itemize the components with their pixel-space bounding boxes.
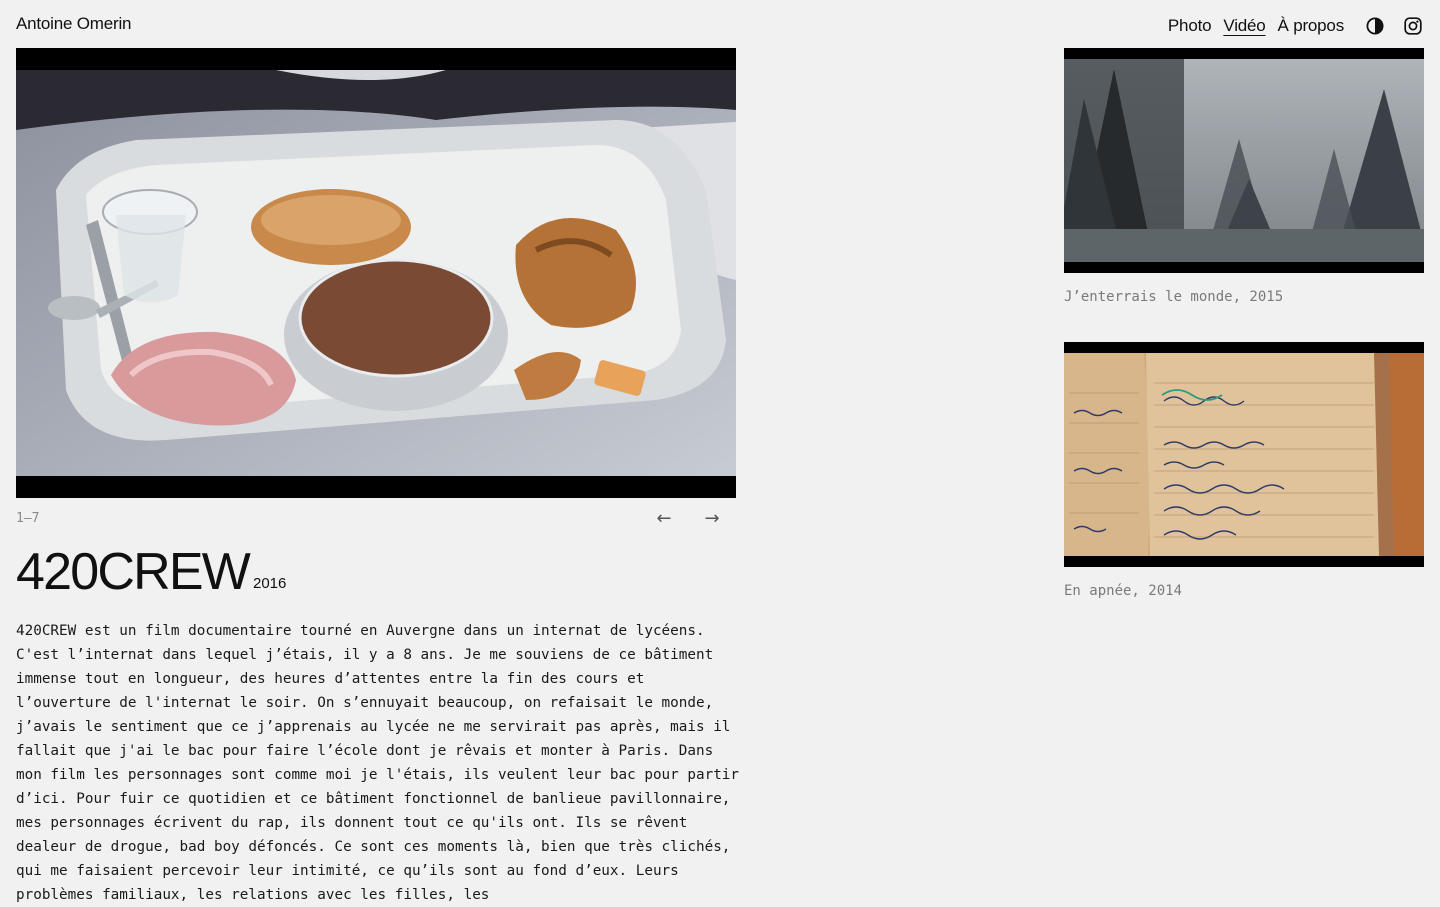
previous-arrow-button[interactable]: ← bbox=[652, 508, 676, 529]
forest-fog-still bbox=[1064, 59, 1424, 262]
film-thumbnail-en-apnee[interactable] bbox=[1064, 342, 1424, 567]
nav-video-link[interactable]: Vidéo bbox=[1223, 16, 1265, 36]
nav-about-link[interactable]: À propos bbox=[1278, 16, 1345, 36]
film-title: 420CREW bbox=[16, 543, 251, 601]
film-description: 420CREW est un film documentaire tourné … bbox=[16, 623, 740, 903]
hero-video-still bbox=[16, 70, 736, 476]
hero-video-frame[interactable] bbox=[16, 48, 736, 498]
film-year: 2016 bbox=[253, 575, 287, 592]
site-title-link[interactable]: Antoine Omerin bbox=[16, 14, 132, 34]
next-arrow-button[interactable]: → bbox=[700, 508, 724, 529]
instagram-icon[interactable] bbox=[1402, 15, 1424, 37]
film-caption-en-apnee[interactable]: En apnée, 2014 bbox=[1064, 583, 1182, 599]
slide-counter: 1—7 bbox=[16, 511, 40, 526]
notebook-still bbox=[1064, 353, 1424, 556]
nav-photo-link[interactable]: Photo bbox=[1168, 16, 1212, 36]
main-nav: Photo Vidéo À propos bbox=[1168, 14, 1424, 38]
contrast-icon[interactable] bbox=[1364, 15, 1386, 37]
film-caption-jenterrais[interactable]: J’enterrais le monde, 2015 bbox=[1064, 289, 1283, 305]
film-thumbnail-jenterrais[interactable] bbox=[1064, 48, 1424, 273]
